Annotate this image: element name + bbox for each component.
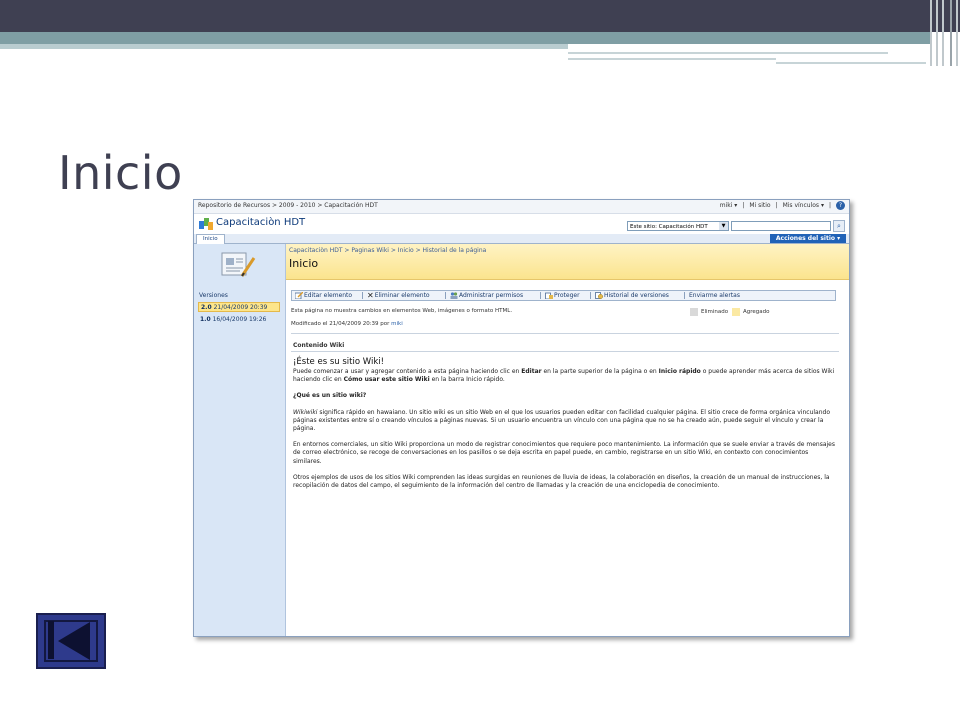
page-title-area: Capacitaciòn HDT > Paginas Wiki > Inicio… bbox=[286, 244, 849, 280]
left-nav: Versiones 2.0 21/04/2009 20:39 1.0 16/04… bbox=[194, 244, 286, 636]
help-icon[interactable]: ? bbox=[836, 201, 845, 210]
slide-deco-line bbox=[776, 62, 926, 64]
edit-item-label: Editar elemento bbox=[304, 292, 353, 299]
content-label: Contenido Wiki bbox=[293, 342, 345, 349]
site-title[interactable]: Capacitaciòn HDT bbox=[216, 217, 305, 228]
page-breadcrumb[interactable]: Capacitaciòn HDT > Paginas Wiki > Inicio… bbox=[289, 247, 486, 254]
back-triangle-icon bbox=[58, 622, 90, 660]
delete-item-label: Eliminar elemento bbox=[374, 292, 430, 299]
wiki-how-to-link[interactable]: Cómo usar este sitio Wiki bbox=[344, 376, 430, 383]
skip-to-start-button[interactable] bbox=[36, 613, 106, 669]
skip-to-start-icon bbox=[48, 621, 54, 659]
version-number: 1.0 bbox=[200, 316, 211, 323]
modified-by-link[interactable]: miki bbox=[391, 321, 403, 327]
site-header: Capacitaciòn HDT Este sitio: Capacitació… bbox=[194, 214, 849, 234]
alert-me-button[interactable]: Enviarme alertas bbox=[689, 291, 740, 300]
protect-button[interactable]: Proteger bbox=[545, 291, 580, 300]
search-input[interactable] bbox=[731, 221, 831, 231]
wiki-text: en la barra Inicio rápido. bbox=[429, 376, 505, 384]
delete-icon: ✕ bbox=[367, 291, 374, 300]
search-icon[interactable]: ⌕ bbox=[833, 220, 845, 232]
version-date: 16/04/2009 19:26 bbox=[212, 316, 267, 323]
alert-me-label: Enviarme alertas bbox=[689, 292, 740, 299]
permissions-icon bbox=[450, 292, 458, 299]
wiki-text: significa rápido en hawaiano. Un sitio w… bbox=[293, 408, 831, 433]
wiki-paragraph: Otros ejemplos de usos de los sitios Wik… bbox=[293, 473, 830, 490]
search-scope-select[interactable]: Este sitio: Capacitación HDT ▼ bbox=[627, 221, 729, 231]
added-swatch bbox=[732, 308, 740, 316]
version-history-button[interactable]: Historial de versiones bbox=[595, 291, 669, 300]
modified-info: Modificado el 21/04/2009 20:39 por miki bbox=[291, 321, 403, 327]
legend-deleted: Eliminado bbox=[690, 308, 728, 316]
protect-icon bbox=[545, 292, 553, 299]
wiki-subheading: ¿Qué es un sitio wiki? bbox=[293, 392, 367, 400]
version-row[interactable]: 2.0 21/04/2009 20:39 bbox=[198, 302, 280, 312]
user-menu[interactable]: miki ▾ bbox=[720, 202, 738, 209]
version-history-label: Historial de versiones bbox=[604, 292, 669, 299]
wiki-content: ¡Éste es su sitio Wiki! Puede comenzar a… bbox=[293, 357, 838, 498]
wiki-edit-link[interactable]: Editar bbox=[521, 368, 541, 375]
manage-permissions-button[interactable]: Administrar permisos bbox=[450, 291, 523, 300]
chevron-down-icon[interactable]: ▼ bbox=[719, 222, 728, 230]
legend-added-label: Agregado bbox=[743, 309, 770, 315]
page-title: Inicio bbox=[289, 257, 319, 270]
legend-deleted-label: Eliminado bbox=[701, 309, 729, 315]
global-breadcrumb-bar: Repositorio de Recursos > 2009 - 2010 > … bbox=[194, 200, 849, 214]
divider bbox=[291, 333, 839, 334]
slide-corner-lines bbox=[926, 0, 960, 66]
wiki-intro: Puede comenzar a usar y agregar contenid… bbox=[293, 368, 838, 384]
edit-item-button[interactable]: Editar elemento bbox=[295, 291, 352, 300]
wiki-paragraph: Wikiwiki significa rápido en hawaiano. U… bbox=[293, 409, 838, 434]
legend-added: Agregado bbox=[732, 308, 770, 316]
toolbar-separator bbox=[445, 292, 446, 299]
wiki-heading: ¡Éste es su sitio Wiki! bbox=[293, 357, 385, 367]
slide-accent-band-light bbox=[0, 44, 568, 49]
manage-permissions-label: Administrar permisos bbox=[459, 292, 524, 299]
item-toolbar: Editar elemento ✕ Eliminar elemento Admi… bbox=[291, 290, 836, 301]
separator: | bbox=[742, 202, 745, 209]
wiki-text: Puede comenzar a usar y agregar contenid… bbox=[293, 368, 522, 375]
slide-top-bar bbox=[0, 0, 960, 32]
changes-info: Esta página no muestra cambios en elemen… bbox=[291, 308, 513, 314]
version-history-icon bbox=[595, 292, 603, 299]
search-scope-value: Este sitio: Capacitación HDT bbox=[630, 224, 708, 230]
version-number: 2.0 bbox=[201, 304, 212, 311]
protect-label: Proteger bbox=[554, 292, 580, 299]
edit-icon bbox=[295, 292, 303, 299]
wiki-text: en la parte superior de la página o en bbox=[541, 368, 659, 375]
site-logo-icon bbox=[199, 218, 213, 230]
deleted-swatch bbox=[690, 308, 698, 316]
wiki-page-icon bbox=[221, 252, 256, 277]
modified-label: Modificado el 21/04/2009 20:39 por bbox=[291, 321, 390, 327]
version-row[interactable]: 1.0 16/04/2009 19:26 bbox=[198, 315, 280, 325]
toolbar-separator bbox=[590, 292, 591, 299]
toolbar-separator bbox=[684, 292, 685, 299]
wiki-italic-word: Wikiwiki bbox=[293, 408, 318, 416]
my-site-link[interactable]: Mi sitio bbox=[749, 202, 770, 209]
toolbar-separator bbox=[362, 292, 363, 299]
separator: | bbox=[828, 202, 831, 209]
sharepoint-screenshot: Repositorio de Recursos > 2009 - 2010 > … bbox=[193, 199, 850, 637]
site-actions-menu[interactable]: Acciones del sitio ▾ bbox=[770, 234, 846, 243]
separator: | bbox=[775, 202, 778, 209]
slide-deco-line bbox=[568, 58, 776, 60]
global-breadcrumb[interactable]: Repositorio de Recursos > 2009 - 2010 > … bbox=[198, 202, 378, 209]
wiki-paragraph: En entornos comerciales, un sitio Wiki p… bbox=[293, 441, 835, 465]
divider bbox=[291, 351, 839, 352]
tab-inicio[interactable]: Inicio bbox=[196, 234, 225, 244]
slide-accent-band bbox=[0, 32, 930, 44]
slide-title: Inicio bbox=[58, 146, 183, 200]
main-content: Capacitaciòn HDT > Paginas Wiki > Inicio… bbox=[286, 244, 849, 636]
version-date: 21/04/2009 20:39 bbox=[213, 304, 268, 311]
top-nav-bar: Inicio Acciones del sitio ▾ bbox=[194, 234, 849, 244]
delete-item-button[interactable]: ✕ Eliminar elemento bbox=[367, 291, 430, 300]
my-links-menu[interactable]: Mis vínculos ▾ bbox=[783, 202, 824, 209]
versions-title: Versiones bbox=[199, 292, 228, 299]
slide-deco-line bbox=[568, 52, 888, 54]
toolbar-separator bbox=[540, 292, 541, 299]
wiki-quick-launch-link[interactable]: Inicio rápido bbox=[659, 368, 701, 375]
